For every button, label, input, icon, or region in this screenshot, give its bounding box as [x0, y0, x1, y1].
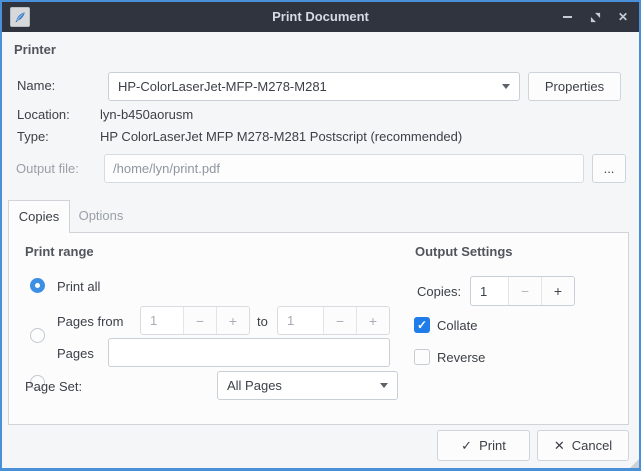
type-value: HP ColorLaserJet MFP M278-M281 Postscrip…	[100, 129, 462, 145]
page-set-label: Page Set:	[25, 379, 82, 395]
type-label: Type:	[17, 129, 49, 145]
copies-value: 1	[471, 277, 508, 305]
pages-to-decrement-button: −	[323, 307, 356, 334]
print-all-label: Print all	[57, 279, 100, 295]
output-settings-heading: Output Settings	[415, 244, 513, 259]
pages-entry	[108, 338, 390, 367]
location-label: Location:	[17, 107, 70, 123]
unmaximize-icon	[590, 12, 601, 23]
pages-from-increment-button: +	[216, 307, 249, 334]
copies-label: Copies:	[417, 284, 461, 300]
dropdown-arrow-icon	[380, 383, 388, 388]
pages-to-label: to	[257, 314, 268, 330]
minimize-button[interactable]	[559, 9, 575, 25]
close-button[interactable]: ✕	[615, 9, 631, 25]
collate-checkbox[interactable]: ✓	[414, 317, 430, 333]
pages-from-spinner: 1 − +	[140, 306, 250, 335]
output-file-value: /home/lyn/print.pdf	[113, 161, 220, 176]
printer-name-label: Name:	[17, 78, 55, 94]
output-file-label: Output file:	[16, 161, 79, 177]
titlebar[interactable]: Print Document ✕	[2, 2, 639, 32]
pages-from-radio[interactable]	[30, 328, 45, 343]
window-title: Print Document	[2, 2, 639, 32]
checkmark-icon: ✓	[461, 438, 472, 454]
print-button[interactable]: ✓ Print	[437, 430, 530, 461]
copies-decrement-button[interactable]: −	[508, 277, 541, 305]
pages-to-value: 1	[278, 307, 323, 334]
pages-to-spinner: 1 − +	[277, 306, 390, 335]
printer-name-combobox[interactable]: HP-ColorLaserJet-MFP-M278-M281	[108, 72, 520, 101]
tab-copies[interactable]: Copies	[8, 200, 70, 233]
pages-from-value: 1	[141, 307, 183, 334]
print-range-heading: Print range	[25, 244, 94, 259]
output-file-entry: /home/lyn/print.pdf	[104, 154, 584, 183]
pages-from-decrement-button: −	[183, 307, 216, 334]
pages-from-label: Pages from	[57, 314, 123, 330]
maximize-button[interactable]	[587, 9, 603, 25]
location-value: lyn-b450aorusm	[100, 107, 193, 123]
checkmark-icon: ✓	[417, 318, 427, 332]
printer-section-heading: Printer	[14, 42, 56, 57]
collate-label: Collate	[437, 318, 477, 334]
cross-icon: ✕	[554, 438, 565, 454]
copies-spinner[interactable]: 1 − +	[470, 276, 575, 306]
tab-options[interactable]: Options	[70, 200, 132, 233]
browse-output-file-button[interactable]: ...	[592, 154, 626, 183]
reverse-label: Reverse	[437, 350, 485, 366]
pages-to-increment-button: +	[356, 307, 389, 334]
dropdown-arrow-icon	[502, 84, 510, 89]
page-set-combobox[interactable]: All Pages	[217, 371, 398, 400]
copies-increment-button[interactable]: +	[541, 277, 574, 305]
page-set-value: All Pages	[227, 378, 380, 393]
reverse-checkbox[interactable]	[414, 349, 430, 365]
print-dialog-window: Print Document ✕ Printer Name: HP-ColorL…	[0, 0, 641, 471]
minimize-icon	[563, 16, 572, 18]
properties-button[interactable]: Properties	[528, 72, 621, 101]
print-all-radio[interactable]	[30, 278, 45, 293]
cancel-button[interactable]: ✕ Cancel	[537, 430, 629, 461]
resize-grip[interactable]	[630, 459, 639, 468]
printer-name-value: HP-ColorLaserJet-MFP-M278-M281	[118, 79, 502, 94]
pages-label: Pages	[57, 346, 94, 362]
